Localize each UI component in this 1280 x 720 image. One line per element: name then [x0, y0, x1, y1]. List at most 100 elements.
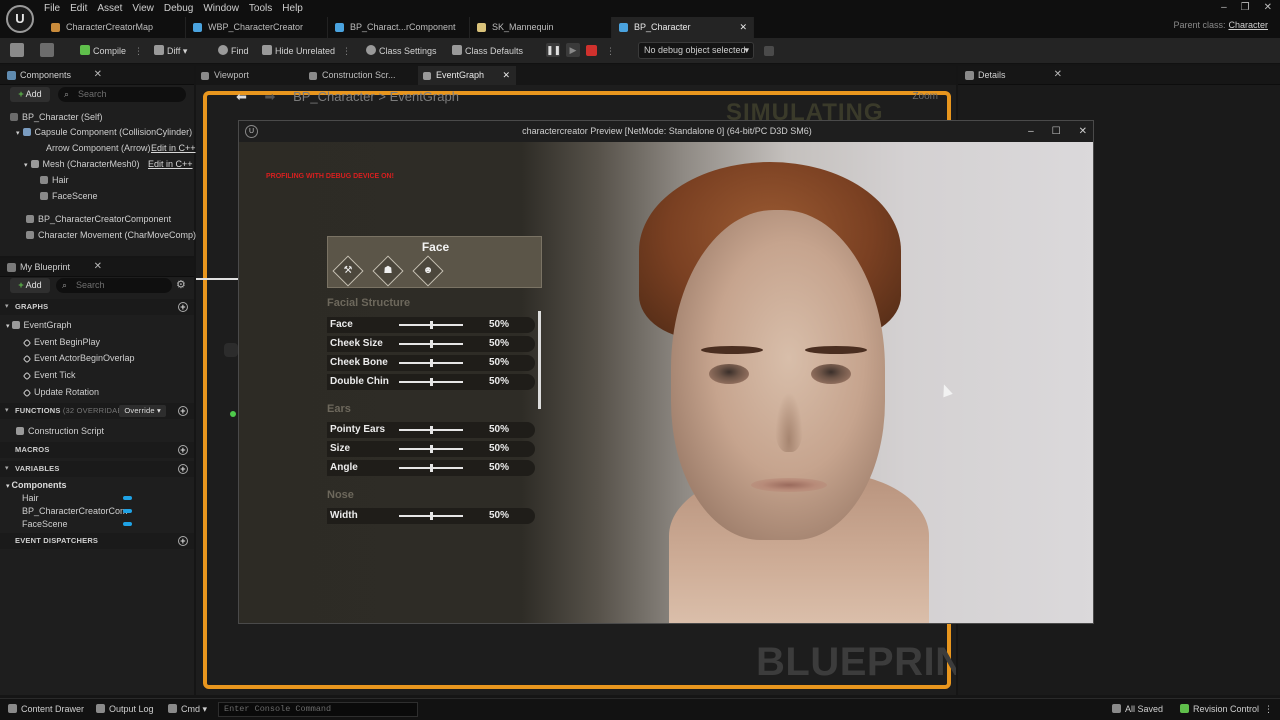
menu-debug[interactable]: Debug	[164, 2, 203, 16]
close-icon[interactable]: ✕	[1054, 69, 1062, 80]
my-blueprint-tab[interactable]: My Blueprint ✕	[0, 258, 194, 277]
hat-icon[interactable]: ☗	[372, 255, 404, 287]
add-variable-icon[interactable]: +	[178, 464, 188, 474]
doc-tab-wbp-charactercreator[interactable]: WBP_CharacterCreator	[186, 17, 328, 38]
cmd-dropdown[interactable]: Cmd ▾	[168, 704, 207, 715]
slider-track[interactable]	[399, 340, 463, 348]
component-self[interactable]: BP_Character (Self)	[10, 111, 103, 123]
step-icon[interactable]: ▶	[566, 43, 580, 57]
minimize-icon[interactable]: –	[1028, 121, 1034, 142]
components-tab[interactable]: Components ✕	[0, 66, 194, 85]
add-member-button[interactable]: + Add	[10, 278, 50, 293]
edit-in-cpp-link[interactable]: Edit in C++	[148, 158, 193, 170]
restore-icon[interactable]: ❐	[1241, 2, 1250, 13]
hide-unrelated-button[interactable]: Hide Unrelated	[262, 43, 335, 59]
browse-icon[interactable]	[40, 43, 54, 57]
graph-eventgraph[interactable]: ▾ EventGraph	[6, 319, 72, 333]
component-mesh[interactable]: ▾ Mesh (CharacterMesh0) Edit in C++	[24, 158, 193, 172]
compile-options-icon[interactable]: ⋮	[134, 43, 143, 59]
graph-event-beginplay[interactable]: Event BeginPlay	[22, 336, 100, 348]
console-command-input[interactable]: Enter Console Command	[218, 702, 418, 717]
slider-cheek-bone[interactable]: Cheek Bone 50%	[327, 355, 535, 371]
doc-tab-bp-charactercreatorcomponent[interactable]: BP_Charact...rComponent	[328, 17, 470, 38]
slider-handle[interactable]	[430, 426, 433, 434]
doc-tab-bp-character[interactable]: BP_Character ✕	[612, 17, 754, 38]
slider-handle[interactable]	[430, 378, 433, 386]
variable-hair[interactable]: Hair	[22, 492, 39, 504]
slider-cheek-size[interactable]: Cheek Size 50%	[327, 336, 535, 352]
class-defaults-button[interactable]: Class Defaults	[452, 43, 523, 59]
output-log-button[interactable]: Output Log	[96, 704, 154, 714]
tab-construction-script[interactable]: Construction Scr...	[304, 66, 418, 85]
gear-icon[interactable]: ⚙	[176, 278, 186, 291]
slider-handle[interactable]	[430, 445, 433, 453]
expand-arrow-icon[interactable]: ▾	[16, 130, 20, 137]
close-icon[interactable]: ✕	[1264, 2, 1272, 13]
expand-arrow-icon[interactable]: ▾	[24, 162, 28, 169]
pin-dot[interactable]	[230, 411, 236, 417]
component-hair[interactable]: Hair	[40, 174, 69, 186]
save-icon[interactable]	[10, 43, 24, 57]
graphs-section[interactable]: ▾ GRAPHS +	[0, 299, 194, 315]
parent-class-link[interactable]: Character	[1228, 20, 1268, 30]
diff-button[interactable]: Diff ▾	[154, 43, 187, 59]
slider-double-chin[interactable]: Double Chin 50%	[327, 374, 535, 390]
close-icon[interactable]: ✕	[1079, 121, 1087, 142]
all-saved-indicator[interactable]: All Saved	[1112, 704, 1163, 714]
breadcrumb-root[interactable]: BP_Character	[293, 89, 375, 104]
variable-bp-charactercreatorcom[interactable]: BP_CharacterCreatorCom	[22, 505, 128, 517]
variables-section[interactable]: ▾ VARIABLES +	[0, 461, 194, 477]
class-settings-button[interactable]: Class Settings	[366, 43, 437, 59]
slider-track[interactable]	[399, 321, 463, 329]
menu-help[interactable]: Help	[282, 2, 313, 16]
doc-tab-sk-mannequin[interactable]: SK_Mannequin	[470, 17, 612, 38]
variables-group-components[interactable]: ▾ Components	[6, 479, 67, 493]
doc-tab-charactercreatormap[interactable]: CharacterCreatorMap	[44, 17, 186, 38]
find-button[interactable]: Find	[218, 43, 249, 59]
menu-window[interactable]: Window	[203, 2, 249, 16]
slider-handle[interactable]	[430, 359, 433, 367]
more-options-icon[interactable]: ⋮	[1264, 704, 1273, 715]
close-icon[interactable]: ✕	[94, 261, 102, 272]
menu-file[interactable]: File	[44, 2, 70, 16]
head-icon[interactable]: ☻	[412, 255, 444, 287]
more-options-icon[interactable]: ⋮	[342, 43, 351, 59]
breadcrumb-current[interactable]: EventGraph	[390, 89, 459, 104]
add-function-icon[interactable]: +	[178, 406, 188, 416]
add-dispatcher-icon[interactable]: +	[178, 536, 188, 546]
compile-button[interactable]: Compile	[80, 43, 126, 59]
play-options-icon[interactable]: ⋮	[606, 43, 615, 59]
pause-icon[interactable]: ❚❚	[546, 43, 561, 57]
graph-event-tick[interactable]: Event Tick	[22, 369, 76, 381]
menu-tools[interactable]: Tools	[249, 2, 282, 16]
slider-pointy-ears[interactable]: Pointy Ears 50%	[327, 422, 535, 438]
stop-icon[interactable]	[586, 45, 597, 56]
tab-viewport[interactable]: Viewport	[196, 66, 304, 85]
game-viewport[interactable]: PROFILING WITH DEBUG DEVICE ON! Face ⚒ ☗…	[239, 142, 1093, 623]
details-tab[interactable]: Details ✕	[958, 66, 1280, 85]
tab-eventgraph[interactable]: EventGraph ✕	[418, 66, 516, 85]
edit-in-cpp-link[interactable]: Edit in C++	[151, 142, 196, 154]
face-panel-scrollbar[interactable]	[538, 311, 541, 409]
function-construction-script[interactable]: Construction Script	[16, 425, 104, 437]
slider-ear-size[interactable]: Size 50%	[327, 441, 535, 457]
slider-ear-angle[interactable]: Angle 50%	[327, 460, 535, 476]
close-icon[interactable]: ✕	[502, 66, 510, 85]
content-drawer-button[interactable]: Content Drawer	[8, 704, 84, 714]
components-search-input[interactable]: ⌕ Search	[58, 87, 186, 102]
override-dropdown[interactable]: Override ▾	[119, 405, 166, 417]
component-capsule[interactable]: ▾ Capsule Component (CollisionCylinder)	[16, 126, 192, 140]
slider-track[interactable]	[399, 445, 463, 453]
variable-facescene[interactable]: FaceScene	[22, 518, 68, 530]
add-graph-icon[interactable]: +	[178, 302, 188, 312]
graph-event-actorbeginoverlap[interactable]: Event ActorBeginOverlap	[22, 352, 135, 364]
unreal-logo-icon[interactable]: U	[6, 5, 34, 33]
slider-handle[interactable]	[430, 321, 433, 329]
slider-track[interactable]	[399, 464, 463, 472]
revision-control-button[interactable]: Revision Control	[1180, 704, 1259, 714]
debug-filter-icon[interactable]	[764, 46, 774, 56]
macros-section[interactable]: MACROS +	[0, 442, 194, 458]
graph-update-rotation[interactable]: Update Rotation	[22, 386, 99, 398]
slider-handle[interactable]	[430, 512, 433, 520]
component-arrow[interactable]: Arrow Component (Arrow) Edit in C++	[34, 142, 196, 154]
